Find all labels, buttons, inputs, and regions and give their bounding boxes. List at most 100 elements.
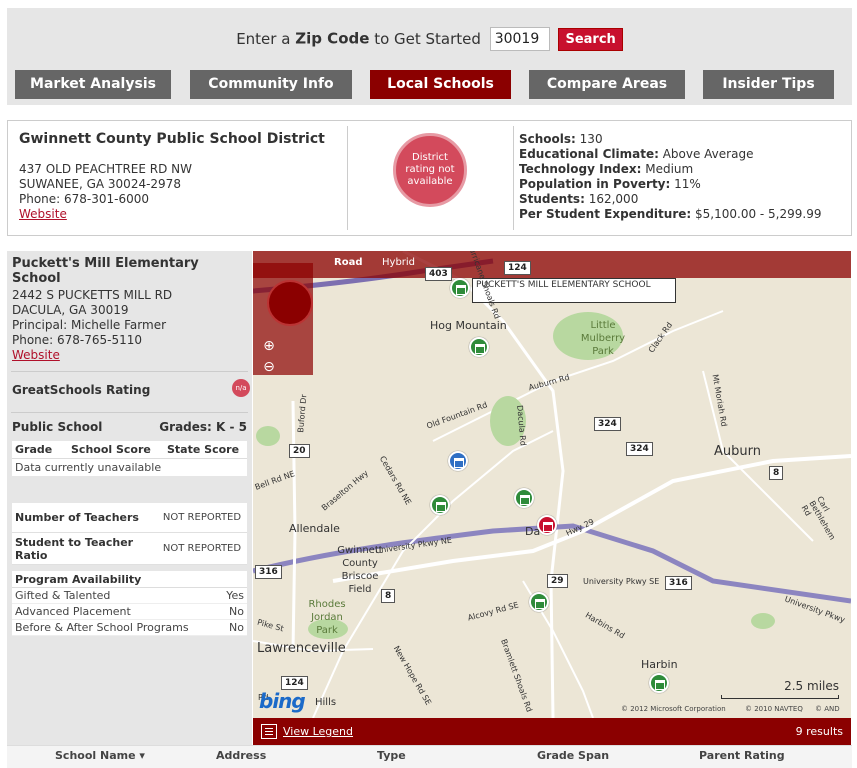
road-label: University Pkwy SE [583,577,660,586]
divider [11,412,248,413]
map-town-label: Hog Mountain [430,319,507,332]
highway-shield: 403 [425,267,452,281]
map-copyright: © 2012 Microsoft Corporation [621,705,726,713]
teachers-row: Number of Teachers NOT REPORTED [12,503,247,533]
zip-code-input[interactable] [489,27,550,51]
map-town-label: Auburn [714,444,761,459]
search-button[interactable]: Search [558,27,623,51]
map-copyright: © AND [815,705,840,713]
rating-na-badge: n/a [232,379,250,397]
col-state-score: State Score [167,443,240,456]
district-address-line2: SUWANEE, GA 30024-2978 [19,177,181,191]
district-contact: Gwinnett County Public School District 4… [19,132,325,222]
program-row: Gifted & Talented Yes [12,588,247,604]
zip-prompt-suffix: to Get Started [374,30,481,48]
district-stat-climate: Educational Climate: Above Average [519,147,754,161]
col-address[interactable]: Address [216,749,266,762]
tab-compare-areas[interactable]: Compare Areas [529,70,685,99]
highway-shield: 316 [665,576,692,590]
map-town-label: Allendale [289,522,340,535]
program-row: Before & After School Programs No [12,620,247,636]
map-town-label: Lawrenceville [257,641,346,656]
tab-market-analysis[interactable]: Market Analysis [15,70,171,99]
col-school-name[interactable]: School Name ▾ [55,749,145,762]
zip-prompt-bold: Zip Code [295,29,370,48]
district-rating-badge: District rating not available [393,133,467,207]
school-pin-icon[interactable] [514,488,534,508]
school-pin-icon[interactable] [430,495,450,515]
tab-local-schools[interactable]: Local Schools [370,70,511,99]
school-address-line1: 2442 S PUCKETTS MILL RD [12,288,173,302]
school-grades: Grades: K - 5 [159,420,247,434]
results-table-header: School Name ▾ Address Type Grade Span Pa… [7,745,852,768]
school-map[interactable]: Road Hybrid ⊕ ⊖ PUCKETT'S MILL ELEMENTAR… [253,251,851,718]
scale-label: 2.5 miles [784,679,839,693]
greatschools-rating-row: GreatSchools Rating n/a [7,375,252,409]
highway-shield: 324 [626,442,653,456]
district-address-line1: 437 OLD PEACHTREE RD NW [19,162,193,176]
district-info-box: Gwinnett County Public School District 4… [7,120,852,236]
school-phone: Phone: 678-765-5110 [12,333,143,347]
teachers-label: Number of Teachers [15,511,139,524]
school-pin-icon[interactable] [469,337,489,357]
school-name: Puckett's Mill Elementary School [12,256,199,286]
school-pin-icon[interactable] [529,592,549,612]
results-count: 9 results [795,725,843,738]
greatschools-rating-label: GreatSchools Rating [12,383,151,397]
district-stat-poverty: Population in Poverty: 11% [519,177,701,191]
map-town-label: Da [525,525,541,538]
col-parent-rating[interactable]: Parent Rating [699,749,785,762]
view-legend-link[interactable]: View Legend [283,725,353,738]
highway-shield: 8 [769,466,784,480]
highway-shield: 324 [594,417,621,431]
map-copyright: © 2010 NAVTEQ [745,705,803,713]
tab-insider-tips[interactable]: Insider Tips [703,70,834,99]
map-park-label: Little Mulberry Park [580,320,626,357]
map-town-label: Hills [315,697,337,708]
district-stat-schools: Schools: 130 [519,132,603,146]
col-type[interactable]: Type [377,749,406,762]
school-type: Public School [12,420,103,434]
divider [347,126,348,230]
col-school-score: School Score [71,443,151,456]
map-toolbar: Road Hybrid [253,251,851,278]
school-pin-icon[interactable] [450,278,470,298]
highway-shield: 29 [547,574,568,588]
zip-prompt-prefix: Enter a [236,30,291,48]
school-type-row: Public School Grades: K - 5 [7,416,252,438]
district-phone: Phone: 678-301-6000 [19,192,150,206]
map-tab-hybrid[interactable]: Hybrid [382,257,415,268]
school-pin-icon[interactable] [649,673,669,693]
bing-logo: bing [259,689,306,713]
col-grade: Grade [15,443,53,456]
highway-shield: 316 [255,565,282,579]
district-stats: Schools: 130 Educational Climate: Above … [519,132,821,222]
highway-shield: 124 [281,676,308,690]
ratio-label: Student to Teacher Ratio [15,535,134,562]
scale-bar [721,695,839,699]
zip-search-row: Enter a Zip Code to Get Started Search [7,27,852,51]
col-grade-span[interactable]: Grade Span [537,749,609,762]
zip-search-panel: Enter a Zip Code to Get Started Search M… [7,8,852,105]
teachers-value: NOT REPORTED [162,511,242,523]
divider [11,371,248,372]
school-website-link[interactable]: Website [12,348,247,363]
tab-community-info[interactable]: Community Info [190,70,352,99]
school-pin-icon[interactable] [448,451,468,471]
district-stat-expenditure: Per Student Expenditure: $5,100.00 - 5,2… [519,207,822,221]
school-detail-panel: Puckett's Mill Elementary School 2442 S … [7,251,252,745]
score-table-empty: Data currently unavailable [15,461,162,474]
district-stat-technology: Technology Index: Medium [519,162,694,176]
ratio-row: Student to Teacher Ratio NOT REPORTED [12,533,247,565]
pan-compass-icon[interactable] [267,280,313,326]
map-tab-road[interactable]: Road [334,257,362,268]
zoom-in-icon[interactable]: ⊕ [261,338,277,354]
zoom-out-icon[interactable]: ⊖ [261,359,277,375]
ratio-value: NOT REPORTED [162,542,242,554]
map-footer-bar: View Legend 9 results [253,718,851,745]
program-table: Program Availability Gifted & Talented Ye… [12,571,247,636]
district-website-link[interactable]: Website [19,207,325,222]
map-scale: 2.5 miles [721,679,839,699]
map-park-label: Rhodes Jordan Park [308,599,346,636]
legend-list-icon[interactable] [261,724,277,739]
